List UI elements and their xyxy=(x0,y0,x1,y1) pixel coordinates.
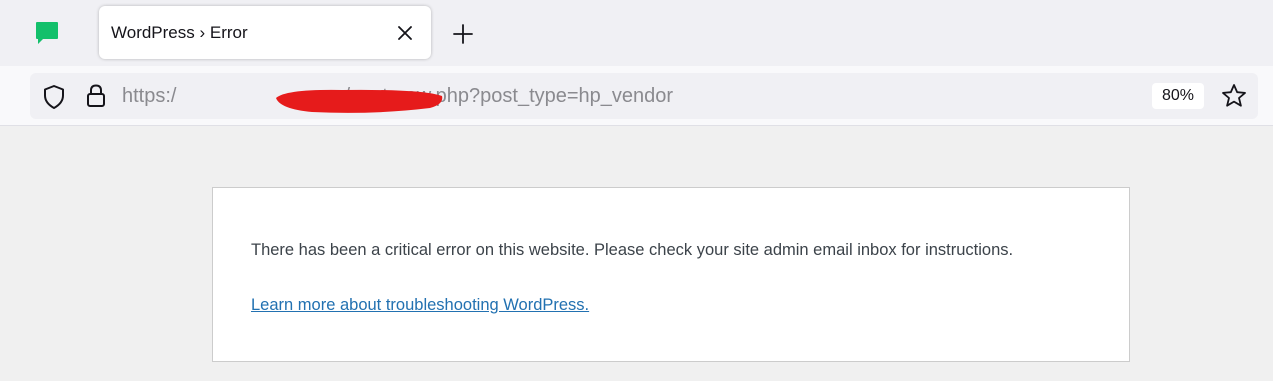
troubleshooting-link[interactable]: Learn more about troubleshooting WordPre… xyxy=(251,296,589,315)
navigation-bar: https://post-new.php?post_type=hp_vendor… xyxy=(0,66,1273,126)
url-prefix: https:/ xyxy=(122,85,177,107)
error-box: There has been a critical error on this … xyxy=(212,187,1130,362)
tab-active[interactable]: WordPress › Error xyxy=(99,6,431,59)
tab-title: WordPress › Error xyxy=(111,23,248,42)
error-message: There has been a critical error on this … xyxy=(251,241,1014,259)
zoom-level-button[interactable]: 80% xyxy=(1152,83,1204,109)
tab-bar: WordPress › Error xyxy=(0,0,1273,66)
redaction-mark xyxy=(276,89,443,113)
pinned-tab[interactable] xyxy=(22,13,72,53)
lock-icon[interactable] xyxy=(84,83,108,109)
url-text[interactable]: https://post-new.php?post_type=hp_vendor xyxy=(122,85,673,113)
new-tab-button[interactable] xyxy=(450,21,476,47)
shield-icon[interactable] xyxy=(41,84,67,110)
url-bar[interactable]: https://post-new.php?post_type=hp_vendor… xyxy=(30,73,1258,119)
chat-bubble-icon xyxy=(36,22,58,44)
star-icon[interactable] xyxy=(1220,82,1248,110)
close-icon xyxy=(398,26,412,40)
plus-icon xyxy=(453,24,473,44)
tab-close-button[interactable] xyxy=(395,23,415,43)
